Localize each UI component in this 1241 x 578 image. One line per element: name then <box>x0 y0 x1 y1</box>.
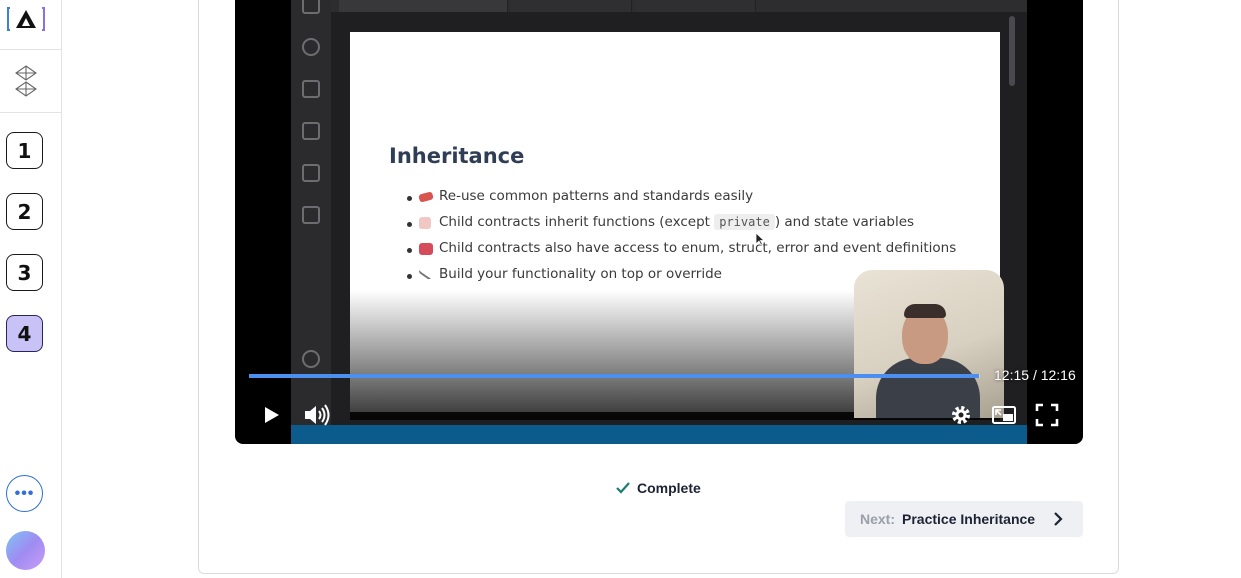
bullet-text: ) and state variables <box>774 214 915 230</box>
tree-icon <box>302 164 320 182</box>
files-icon <box>302 0 320 14</box>
more-options-button[interactable]: ••• <box>6 475 43 512</box>
step-label: 2 <box>17 199 32 224</box>
editor-status-bar <box>291 425 1027 444</box>
slide-bullet: Child contracts also have access to enum… <box>407 240 956 266</box>
editor-tab <box>339 0 508 12</box>
mouse-cursor-icon <box>755 232 765 246</box>
left-rail: 1 2 3 4 ••• <box>0 0 62 578</box>
check-icon <box>616 482 630 494</box>
editor-tab <box>511 0 632 12</box>
ethereum-hex-icon[interactable] <box>14 65 38 97</box>
current-time: 12:15 <box>994 367 1030 383</box>
step-1-button[interactable]: 1 <box>6 132 43 169</box>
browser-icon <box>302 206 320 224</box>
family-icon <box>419 217 431 229</box>
extensions-icon <box>302 122 320 140</box>
slide-bullet: Re-use common patterns and standards eas… <box>407 188 956 214</box>
complete-button[interactable]: Complete <box>615 480 701 496</box>
bullet-text: Build your functionality on top or overr… <box>439 266 722 282</box>
time-separator: / <box>1032 367 1037 383</box>
video-progress-bar[interactable] <box>249 374 980 378</box>
video-progress-fill <box>249 374 979 378</box>
account-icon <box>302 350 320 368</box>
total-time: 12:16 <box>1040 367 1076 383</box>
next-prefix: Next: <box>860 511 896 527</box>
search-icon <box>302 38 320 56</box>
volume-icon[interactable] <box>302 401 332 429</box>
editor-tab <box>635 0 756 12</box>
step-label: 3 <box>17 260 32 285</box>
complete-label: Complete <box>637 480 701 496</box>
presenter-hair <box>904 304 946 318</box>
bandage-icon <box>418 191 434 203</box>
bullet-text: Child contracts also have access to enum… <box>439 240 957 256</box>
briefcase-icon <box>419 243 433 255</box>
slide-title: Inheritance <box>389 144 525 168</box>
chevron-right-icon <box>1054 512 1063 526</box>
rail-divider <box>0 112 61 113</box>
step-2-button[interactable]: 2 <box>6 193 43 230</box>
bullet-text: Child contracts inherit functions (excep… <box>439 214 715 230</box>
editor-scrollbar <box>1009 16 1015 86</box>
rail-divider <box>0 49 61 50</box>
next-lesson-button[interactable]: Next: Practice Inheritance <box>845 501 1083 537</box>
next-lesson-title: Practice Inheritance <box>902 511 1036 527</box>
play-icon[interactable] <box>257 401 285 429</box>
webcam-overlay <box>854 270 1004 418</box>
app-logo-icon[interactable] <box>6 4 46 34</box>
ellipsis-icon: ••• <box>14 484 35 502</box>
picture-in-picture-icon[interactable] <box>990 401 1018 429</box>
fullscreen-icon[interactable] <box>1033 401 1061 429</box>
inline-code: private <box>714 214 775 230</box>
video-time-display: 12:15 / 12:16 <box>994 367 1076 383</box>
bullet-text: Re-use common patterns and standards eas… <box>439 188 754 204</box>
step-label: 4 <box>17 321 32 346</box>
video-player[interactable]: Inheritance Re-use common patterns and s… <box>235 0 1083 444</box>
step-4-button[interactable]: 4 <box>6 315 43 352</box>
editor-tabs <box>331 0 1027 12</box>
settings-gear-icon[interactable] <box>947 401 975 429</box>
step-3-button[interactable]: 3 <box>6 254 43 291</box>
slide-bullet: Child contracts inherit functions (excep… <box>407 214 956 240</box>
user-avatar[interactable] <box>6 531 45 570</box>
run-debug-icon <box>302 80 320 98</box>
step-label: 1 <box>17 138 32 163</box>
wrench-icon <box>417 265 435 281</box>
